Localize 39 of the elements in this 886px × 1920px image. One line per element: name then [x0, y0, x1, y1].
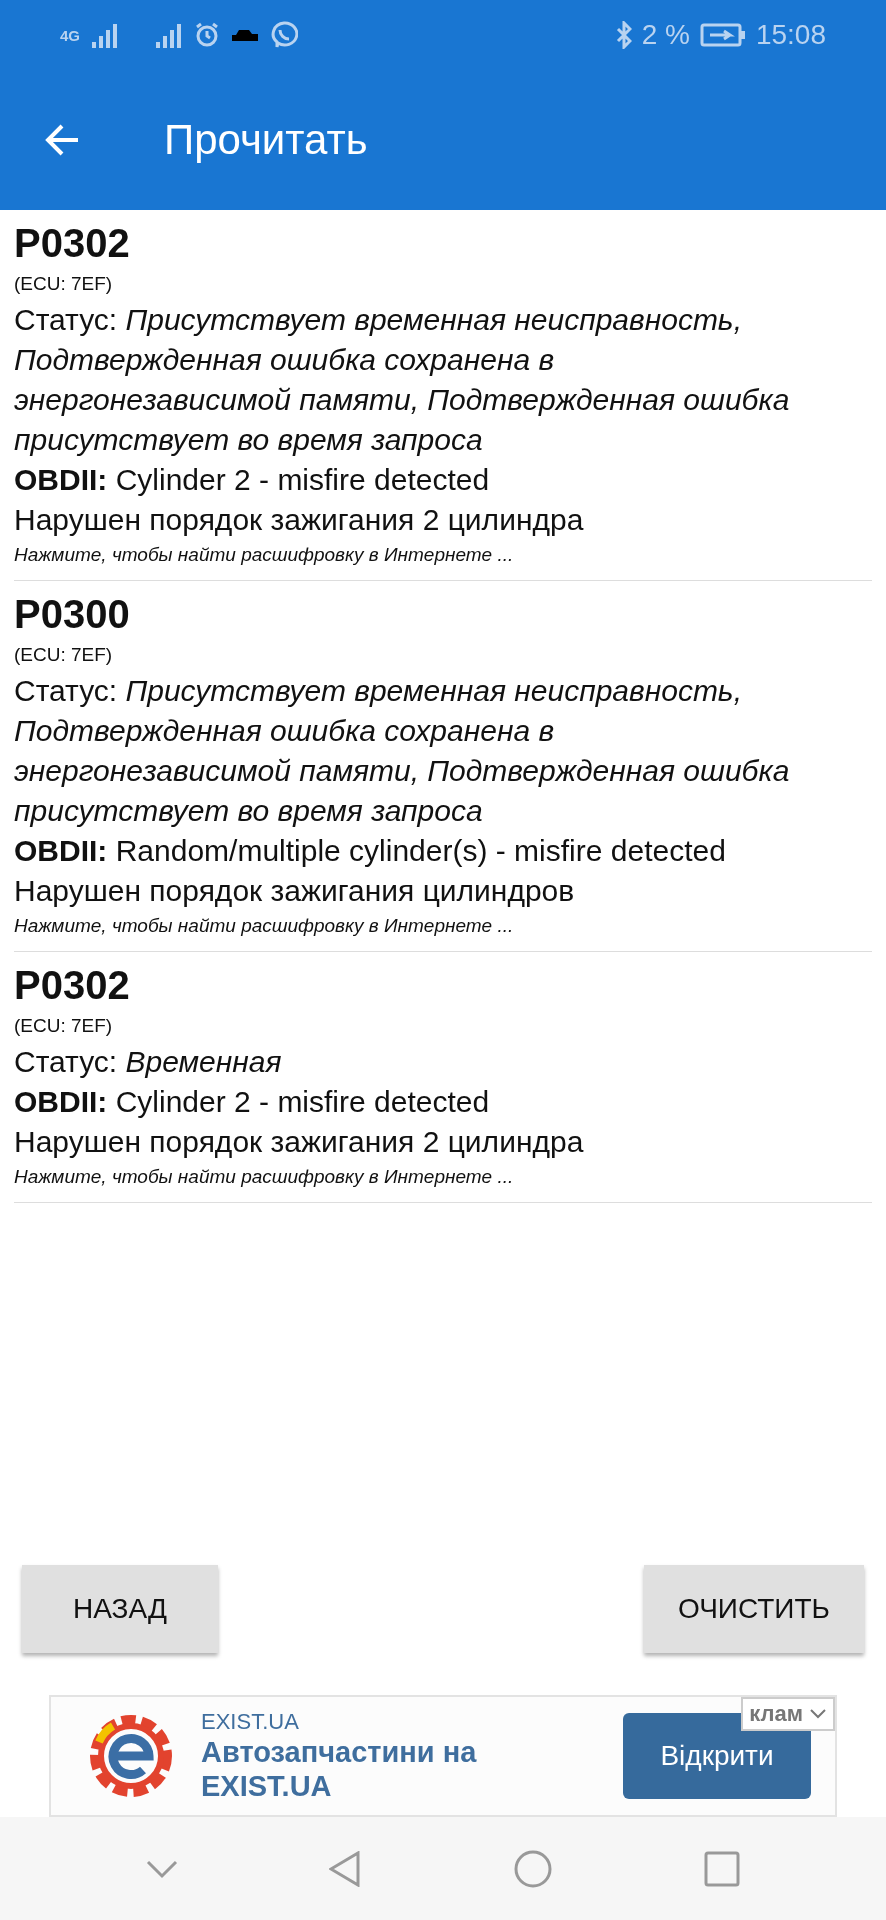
- ecu-label: (ECU: 7EF): [14, 1014, 114, 1038]
- back-button[interactable]: НАЗАД: [22, 1565, 218, 1653]
- obd-description: OBDII: Random/multiple cylinder(s) - misfire detected: [14, 833, 727, 869]
- signal-icon: [154, 22, 184, 48]
- trouble-code: P0300: [14, 591, 131, 638]
- fault-description: Нарушен порядок зажигания 2 цилиндра: [14, 1124, 585, 1160]
- trouble-code: P0302: [14, 962, 131, 1009]
- search-hint: Нажмите, чтобы найти расшифровку в Интернете ...: [14, 1165, 515, 1189]
- trouble-code-entry[interactable]: P0302 (ECU: 7EF) Статус: Временная OBDII: Cylinder 2 - misfire detected Нарушен порядок зажигания 2 цилиндра Нажмите, чтобы найти расшифровку в Интернете ...: [14, 952, 872, 1203]
- chevron-down-icon[interactable]: [809, 1708, 827, 1720]
- square-icon[interactable]: [704, 1850, 741, 1887]
- chevron-down-icon[interactable]: [145, 1858, 178, 1879]
- status-text: Статус: Присутствует временная неисправность, Подтвержденная ошибка сохранена в энергонезависимой памяти, Подтвержденная ошибка присутствует во время запроса: [14, 673, 791, 829]
- search-hint: Нажмите, чтобы найти расшифровку в Интернете ...: [14, 543, 515, 567]
- clock: 15:08: [755, 19, 826, 51]
- clear-button[interactable]: ОЧИСТИТЬ: [644, 1565, 864, 1653]
- battery-icon: [699, 23, 746, 47]
- signal-icon: [90, 22, 120, 48]
- search-hint: Нажмите, чтобы найти расшифровку в Интернете ...: [14, 914, 515, 938]
- back-arrow-icon[interactable]: [44, 124, 80, 156]
- bluetooth-icon: [615, 21, 632, 49]
- obd-description: OBDII: Cylinder 2 - misfire detected: [14, 462, 491, 498]
- status-text: Статус: Временная: [14, 1044, 283, 1080]
- obd-description: OBDII: Cylinder 2 - misfire detected: [14, 1084, 491, 1120]
- network-type: 4G: [60, 26, 80, 44]
- fault-description: Нарушен порядок зажигания 2 цилиндра: [14, 502, 585, 538]
- battery-percent: 2 %: [641, 19, 690, 51]
- ecu-label: (ECU: 7EF): [14, 272, 114, 296]
- alarm-icon: [194, 22, 220, 48]
- fault-description: Нарушен порядок зажигания цилиндров: [14, 873, 576, 909]
- screen-title: Прочитать: [164, 116, 368, 164]
- phone-bubble-icon: [270, 21, 298, 49]
- trouble-code: P0302: [14, 220, 131, 267]
- home-circle-icon[interactable]: [512, 1848, 553, 1889]
- back-triangle-icon[interactable]: [329, 1850, 362, 1887]
- ad-headline: Автозапчастини на EXIST.UA: [201, 1735, 478, 1803]
- ad-site: EXIST.UA: [201, 1709, 300, 1735]
- ecu-label: (ECU: 7EF): [14, 643, 114, 667]
- status-text: Статус: Присутствует временная неисправность, Подтвержденная ошибка сохранена в энергонезависимой памяти, Подтвержденная ошибка присутствует во время запроса: [14, 302, 791, 458]
